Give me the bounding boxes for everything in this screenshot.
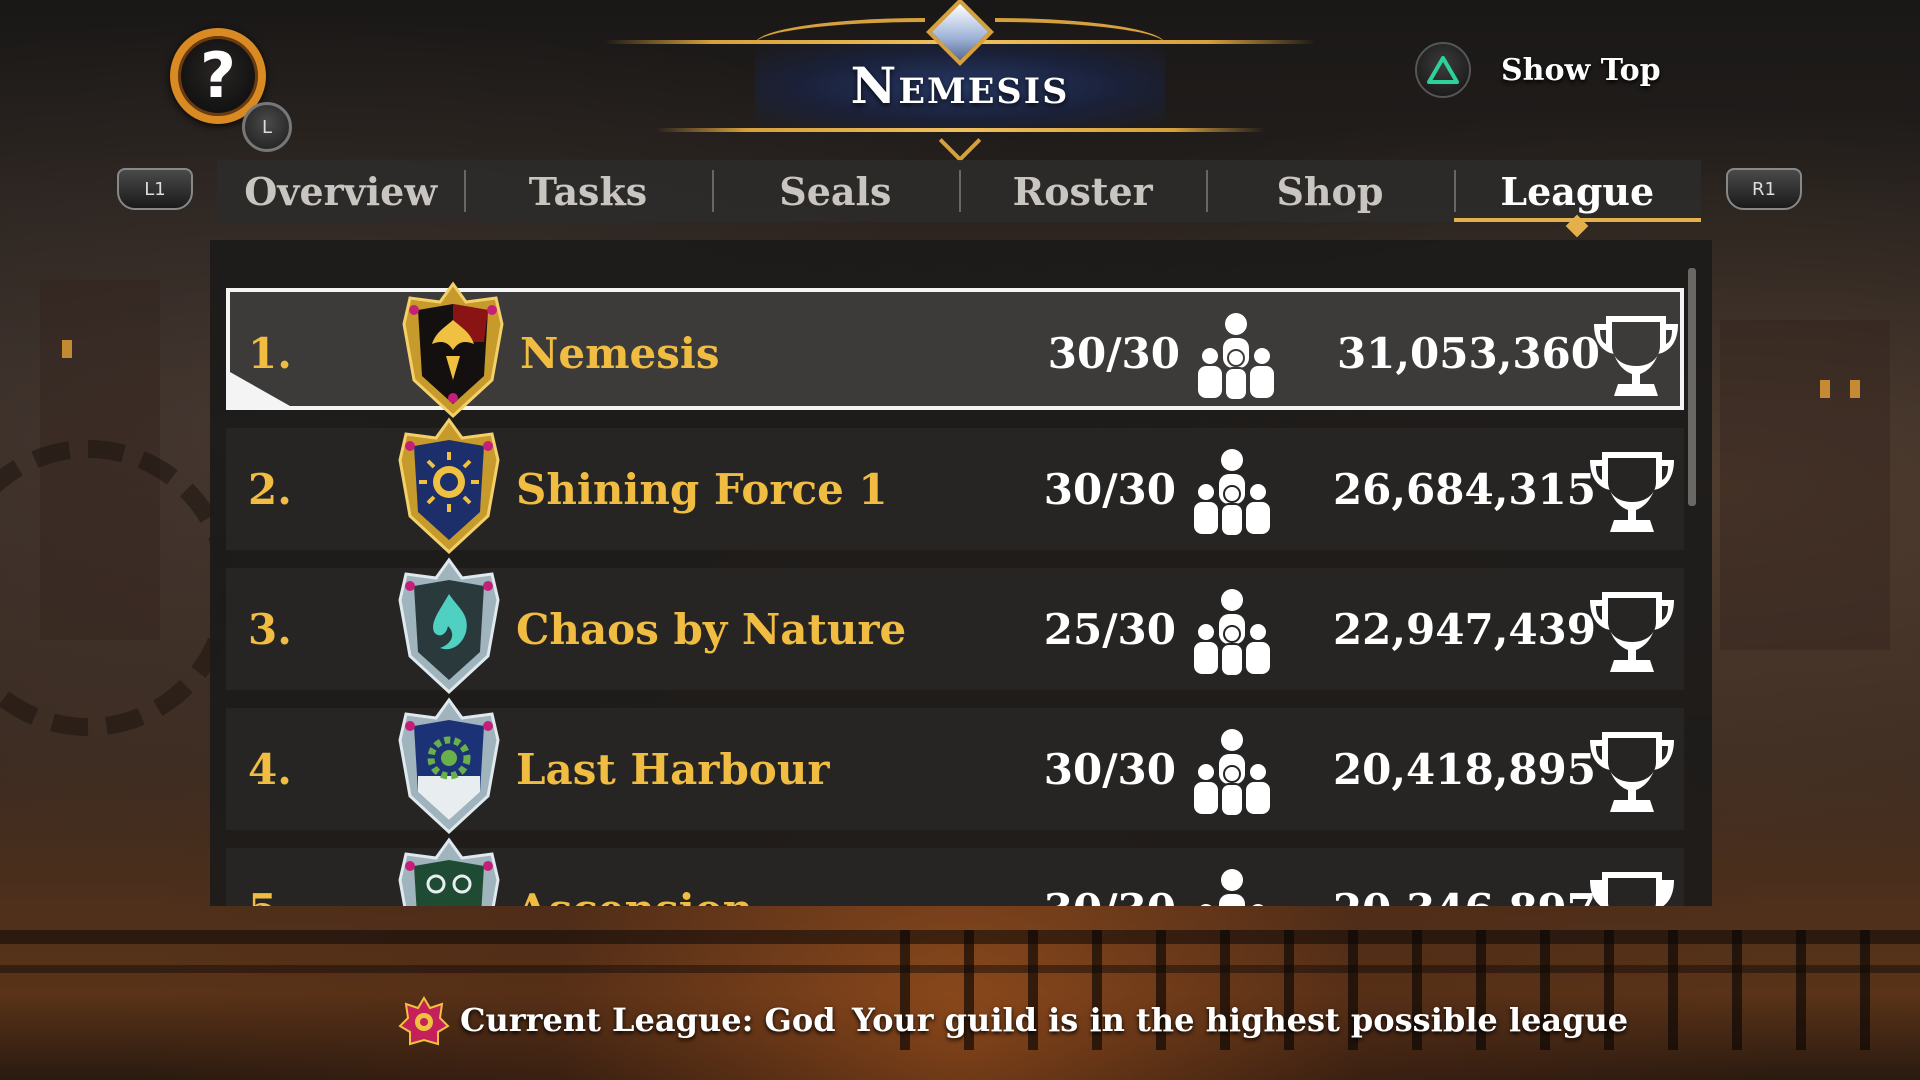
league-points: 20,346,897 xyxy=(1226,848,1596,907)
flame-crest-icon xyxy=(398,557,500,695)
show-top-button[interactable]: Show Top xyxy=(1415,42,1661,98)
league-list[interactable]: 1. Nemesis 30/30 31,053,360 2. Shining F… xyxy=(210,240,1712,906)
background-building xyxy=(1720,320,1890,650)
league-points: 22,947,439 xyxy=(1332,604,1596,654)
current-league-label: Current League: God xyxy=(460,1001,836,1039)
background-gear xyxy=(0,440,236,736)
guild-name: Shining Force 1 xyxy=(516,464,888,514)
rank-label: 2. xyxy=(248,464,292,514)
guild-name: Ascension xyxy=(516,848,753,907)
league-points: 20,418,895 xyxy=(1332,744,1596,794)
tab-league-label: League xyxy=(1500,168,1655,214)
l1-bumper-button[interactable]: L1 xyxy=(117,168,193,210)
tab-seals[interactable]: Seals xyxy=(711,160,959,222)
phoenix-crest-icon xyxy=(402,281,504,419)
member-count: 30/30 xyxy=(1047,328,1180,378)
title-ornament-wing-right xyxy=(995,18,1165,44)
member-count: 30/30 xyxy=(1043,744,1176,794)
title-ornament-wing-left xyxy=(755,18,925,44)
sun-crest-icon xyxy=(398,417,500,555)
l-stick-badge: L xyxy=(242,102,292,152)
tab-tasks[interactable]: Tasks xyxy=(464,160,711,222)
league-points: 26,684,315 xyxy=(1332,464,1596,514)
gear-crest-icon xyxy=(398,697,500,835)
league-row[interactable]: 2. Shining Force 1 30/30 26,684,315 xyxy=(226,417,1684,555)
tab-roster[interactable]: Roster xyxy=(958,160,1206,222)
league-row[interactable]: 3. Chaos by Nature 25/30 22,947,439 xyxy=(226,557,1684,695)
triangle-button-icon xyxy=(1415,42,1471,98)
rank-label: 1. xyxy=(248,328,292,378)
guild-name: Nemesis xyxy=(520,328,720,378)
background-window xyxy=(1820,380,1830,398)
league-row[interactable]: 1. Nemesis 30/30 31,053,360 xyxy=(226,281,1684,419)
league-status-note: Your guild is in the highest possible le… xyxy=(852,1001,1629,1039)
r1-bumper-button[interactable]: R1 xyxy=(1726,168,1802,210)
clover-crest-icon xyxy=(398,837,500,906)
member-count: 30/30 xyxy=(1043,464,1176,514)
background-tower xyxy=(40,280,160,640)
guild-name: Last Harbour xyxy=(516,744,830,794)
trophy-icon xyxy=(1590,452,1674,532)
rank-label: 3. xyxy=(248,604,292,654)
background-window xyxy=(62,340,72,358)
active-tab-caret xyxy=(1565,214,1589,238)
background-window xyxy=(1850,380,1860,398)
god-league-icon xyxy=(398,996,450,1046)
tab-league[interactable]: League xyxy=(1453,160,1702,238)
trophy-icon xyxy=(1590,592,1674,672)
league-row[interactable]: 5. Ascension 30/30 20,346,897 xyxy=(226,837,1684,907)
tab-shop[interactable]: Shop xyxy=(1206,160,1453,222)
league-footer: Current League: God Your guild is in the… xyxy=(0,990,1920,1050)
league-points: 31,053,360 xyxy=(1336,328,1600,378)
trophy-icon xyxy=(1594,316,1678,396)
question-mark-icon: ? xyxy=(200,39,236,112)
rank-label: 4. xyxy=(248,744,292,794)
show-top-label: Show Top xyxy=(1501,52,1661,88)
title-banner: Nemesis xyxy=(605,0,1315,163)
tab-overview[interactable]: Overview xyxy=(217,160,464,222)
trophy-icon xyxy=(1590,732,1674,812)
trophy-icon xyxy=(1590,872,1674,906)
tab-bar: Overview Tasks Seals Roster Shop League xyxy=(217,160,1702,238)
member-count: 30/30 xyxy=(846,848,1176,907)
member-count: 25/30 xyxy=(1043,604,1176,654)
list-scrollbar[interactable] xyxy=(1688,268,1696,506)
rank-label: 5. xyxy=(248,848,292,907)
league-row[interactable]: 4. Last Harbour 30/30 20,418,895 xyxy=(226,697,1684,835)
page-title: Nemesis xyxy=(850,56,1070,115)
